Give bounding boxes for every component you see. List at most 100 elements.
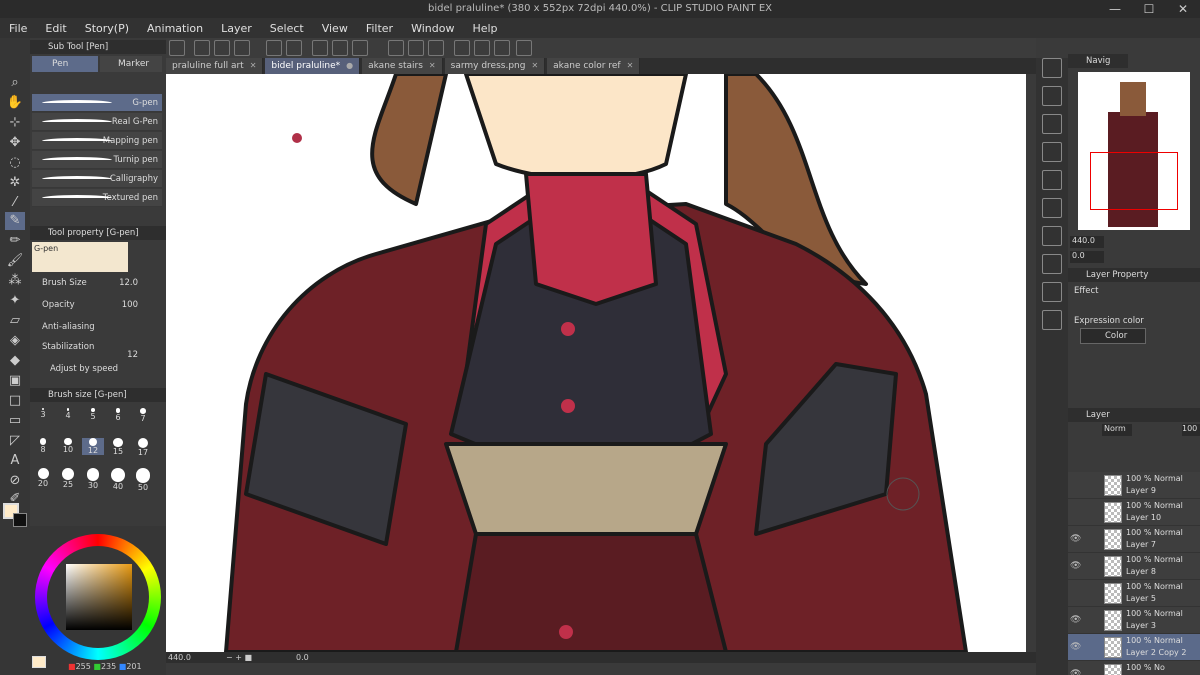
material-icon[interactable] xyxy=(1042,310,1062,330)
pen-item-g-pen[interactable]: G-pen xyxy=(32,94,162,112)
menu-help[interactable]: Help xyxy=(463,22,506,35)
fill-icon[interactable] xyxy=(332,40,348,56)
brush-size-option[interactable]: 17 xyxy=(132,438,154,457)
brush-size-option[interactable]: 20 xyxy=(32,468,54,488)
menu-story[interactable]: Story(P) xyxy=(76,22,138,35)
layer-row[interactable]: 👁 100 % Normal Layer 8 xyxy=(1068,553,1200,580)
menu-filter[interactable]: Filter xyxy=(357,22,402,35)
brush-size-option[interactable]: 15 xyxy=(107,438,129,456)
visibility-eye-icon[interactable]: 👁 xyxy=(1070,561,1082,571)
layer-row[interactable]: 100 % Normal Layer 9 xyxy=(1068,472,1200,499)
pen-item-turnip-pen[interactable]: Turnip pen xyxy=(32,151,162,169)
view-frame[interactable] xyxy=(1090,152,1178,210)
brush-size-option[interactable]: 4 xyxy=(57,408,79,420)
zoom-icon[interactable]: ⌕ xyxy=(5,74,25,92)
lasso-icon[interactable]: ◌ xyxy=(5,154,25,172)
material-icon[interactable] xyxy=(1042,254,1062,274)
open-file-icon[interactable] xyxy=(214,40,230,56)
decoration-icon[interactable]: ✦ xyxy=(5,292,25,310)
new-file-icon[interactable] xyxy=(194,40,210,56)
eyedropper-icon[interactable]: ⁄ xyxy=(5,194,25,212)
blend-mode-select[interactable]: Norm xyxy=(1102,424,1132,436)
tab-sarmy-dress[interactable]: sarmy dress.png ✕ xyxy=(444,58,546,74)
brush-size-option[interactable]: 10 xyxy=(57,438,79,454)
material-icon[interactable] xyxy=(1042,282,1062,302)
brush-size-option[interactable]: 25 xyxy=(57,468,79,489)
pen-tool-icon[interactable]: ✎ xyxy=(5,212,25,230)
saturation-square[interactable] xyxy=(66,564,132,630)
tab-close-icon[interactable]: ✕ xyxy=(429,58,436,74)
material-icon[interactable] xyxy=(1042,86,1062,106)
blend-icon[interactable]: ◈ xyxy=(5,332,25,350)
layer-row[interactable]: 👁100 % NoLayer 2 xyxy=(1068,661,1200,675)
navigator-preview[interactable] xyxy=(1078,72,1190,230)
visibility-eye-icon[interactable]: 👁 xyxy=(1070,669,1082,675)
brush-size-row[interactable]: Brush Size 12.0 xyxy=(32,274,162,292)
menu-edit[interactable]: Edit xyxy=(36,22,75,35)
clip-studio-icon[interactable] xyxy=(169,40,185,56)
redo-icon[interactable] xyxy=(286,40,302,56)
layer-row[interactable]: 100 % Normal Layer 5 xyxy=(1068,580,1200,607)
brush-icon[interactable]: 🖌 xyxy=(5,252,25,270)
canvas[interactable] xyxy=(166,74,1026,652)
unsaved-dot-icon[interactable]: ● xyxy=(346,58,353,74)
snap-special-ruler-icon[interactable] xyxy=(474,40,490,56)
gradient-icon[interactable]: ▣ xyxy=(5,372,25,390)
deselect-icon[interactable] xyxy=(388,40,404,56)
text-icon[interactable]: A xyxy=(5,452,25,470)
brush-size-option[interactable]: 30 xyxy=(82,468,104,490)
operation-icon[interactable]: ⊹ xyxy=(5,114,25,132)
close-window-button[interactable]: ✕ xyxy=(1166,0,1200,18)
balloon-icon[interactable]: ⊘ xyxy=(5,472,25,490)
tab-close-icon[interactable]: ✕ xyxy=(250,58,257,74)
zoom-controls[interactable]: − + ■ xyxy=(226,652,252,663)
brush-size-option[interactable]: 7 xyxy=(132,408,154,423)
undo-icon[interactable] xyxy=(266,40,282,56)
airbrush-icon[interactable]: ⁂ xyxy=(5,272,25,290)
pen-item-mapping-pen[interactable]: Mapping pen xyxy=(32,132,162,150)
layer-row[interactable]: 100 % Normal Layer 10 xyxy=(1068,499,1200,526)
tab-akane-color-ref[interactable]: akane color ref ✕ xyxy=(547,58,641,74)
maximize-button[interactable]: ☐ xyxy=(1132,0,1166,18)
layer-opacity[interactable]: 100 xyxy=(1182,424,1200,436)
eraser-icon[interactable]: ▱ xyxy=(5,312,25,330)
tab-praluline-full-art[interactable]: praluline full art ✕ xyxy=(166,58,264,74)
material-icon[interactable] xyxy=(1042,198,1062,218)
brush-size-option[interactable]: 5 xyxy=(82,408,104,421)
pen-item-calligraphy[interactable]: Calligraphy xyxy=(32,170,162,188)
layer-row[interactable]: 👁 100 % Normal Layer 3 xyxy=(1068,607,1200,634)
transform-icon[interactable] xyxy=(352,40,368,56)
frame-icon[interactable]: ▭ xyxy=(5,412,25,430)
snap-grid-icon[interactable] xyxy=(494,40,510,56)
sub-color-swatch[interactable] xyxy=(13,513,27,527)
tab-close-icon[interactable]: ✕ xyxy=(627,58,634,74)
visibility-eye-icon[interactable]: 👁 xyxy=(1070,615,1082,625)
figure-icon[interactable]: □ xyxy=(5,392,25,410)
menu-animation[interactable]: Animation xyxy=(138,22,212,35)
menu-window[interactable]: Window xyxy=(402,22,463,35)
visibility-eye-icon[interactable]: 👁 xyxy=(1070,642,1082,652)
invert-selection-icon[interactable] xyxy=(408,40,424,56)
angle-readout[interactable]: 0.0 xyxy=(296,652,309,663)
tab-pen[interactable]: Pen xyxy=(32,56,98,72)
pen-item-real-g-pen[interactable]: Real G-Pen xyxy=(32,113,162,131)
hand-icon[interactable]: ✋ xyxy=(5,94,25,112)
tab-akane-stairs[interactable]: akane stairs ✕ xyxy=(362,58,443,74)
brush-size-option[interactable]: 12 xyxy=(82,438,104,456)
brush-size-option[interactable]: 50 xyxy=(132,468,154,492)
opacity-row[interactable]: Opacity 100 xyxy=(32,296,162,314)
tab-bidel-praluline[interactable]: bidel praluline* ● xyxy=(265,58,361,74)
stabilization-row[interactable]: Stabilization 12 xyxy=(32,338,162,360)
expression-color-select[interactable]: Color xyxy=(1080,328,1146,344)
material-icon[interactable] xyxy=(1042,114,1062,134)
show-selection-icon[interactable] xyxy=(428,40,444,56)
pencil-icon[interactable]: ✏ xyxy=(5,232,25,250)
save-icon[interactable] xyxy=(234,40,250,56)
material-icon[interactable] xyxy=(1042,170,1062,190)
help-icon[interactable] xyxy=(516,40,532,56)
minimize-button[interactable]: — xyxy=(1098,0,1132,18)
auto-select-icon[interactable]: ✲ xyxy=(5,174,25,192)
menu-select[interactable]: Select xyxy=(261,22,313,35)
ruler-icon[interactable]: ◸ xyxy=(5,432,25,450)
material-icon[interactable] xyxy=(1042,226,1062,246)
